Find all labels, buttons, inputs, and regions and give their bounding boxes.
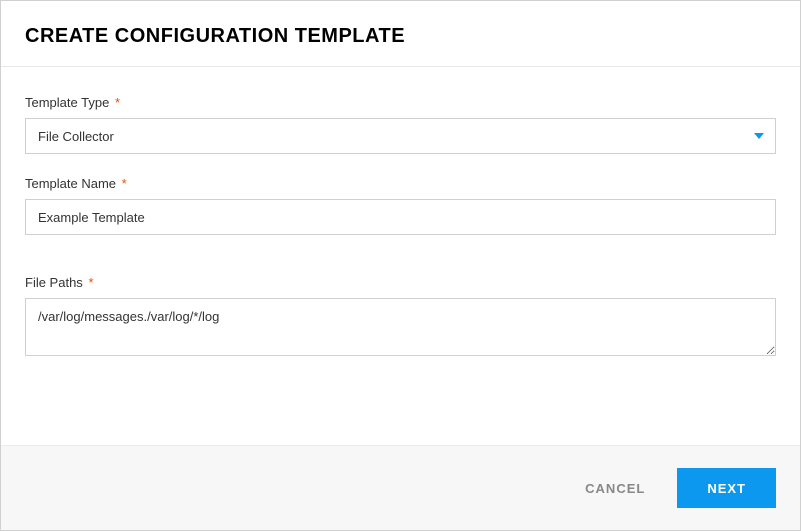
required-asterisk: * [122, 176, 127, 191]
template-name-label-text: Template Name [25, 176, 116, 191]
dialog-body: Template Type * Template Name * File Pat… [1, 67, 800, 407]
file-paths-label: File Paths * [25, 275, 776, 290]
required-asterisk: * [115, 95, 120, 110]
template-type-group: Template Type * [25, 95, 776, 154]
dialog-footer: CANCEL NEXT [1, 445, 800, 530]
dialog-header: CREATE CONFIGURATION TEMPLATE [1, 1, 800, 67]
cancel-button[interactable]: CANCEL [581, 473, 649, 504]
template-type-label-text: Template Type [25, 95, 109, 110]
template-type-select-wrap [25, 118, 776, 154]
template-name-label: Template Name * [25, 176, 776, 191]
template-name-group: Template Name * [25, 176, 776, 235]
file-paths-group: File Paths * [25, 275, 776, 361]
template-name-input[interactable] [25, 199, 776, 235]
required-asterisk: * [88, 275, 93, 290]
file-paths-label-text: File Paths [25, 275, 83, 290]
template-type-select[interactable] [25, 118, 776, 154]
dialog-title: CREATE CONFIGURATION TEMPLATE [25, 25, 776, 48]
template-type-label: Template Type * [25, 95, 776, 110]
file-paths-textarea[interactable] [25, 298, 776, 356]
next-button[interactable]: NEXT [677, 468, 776, 508]
